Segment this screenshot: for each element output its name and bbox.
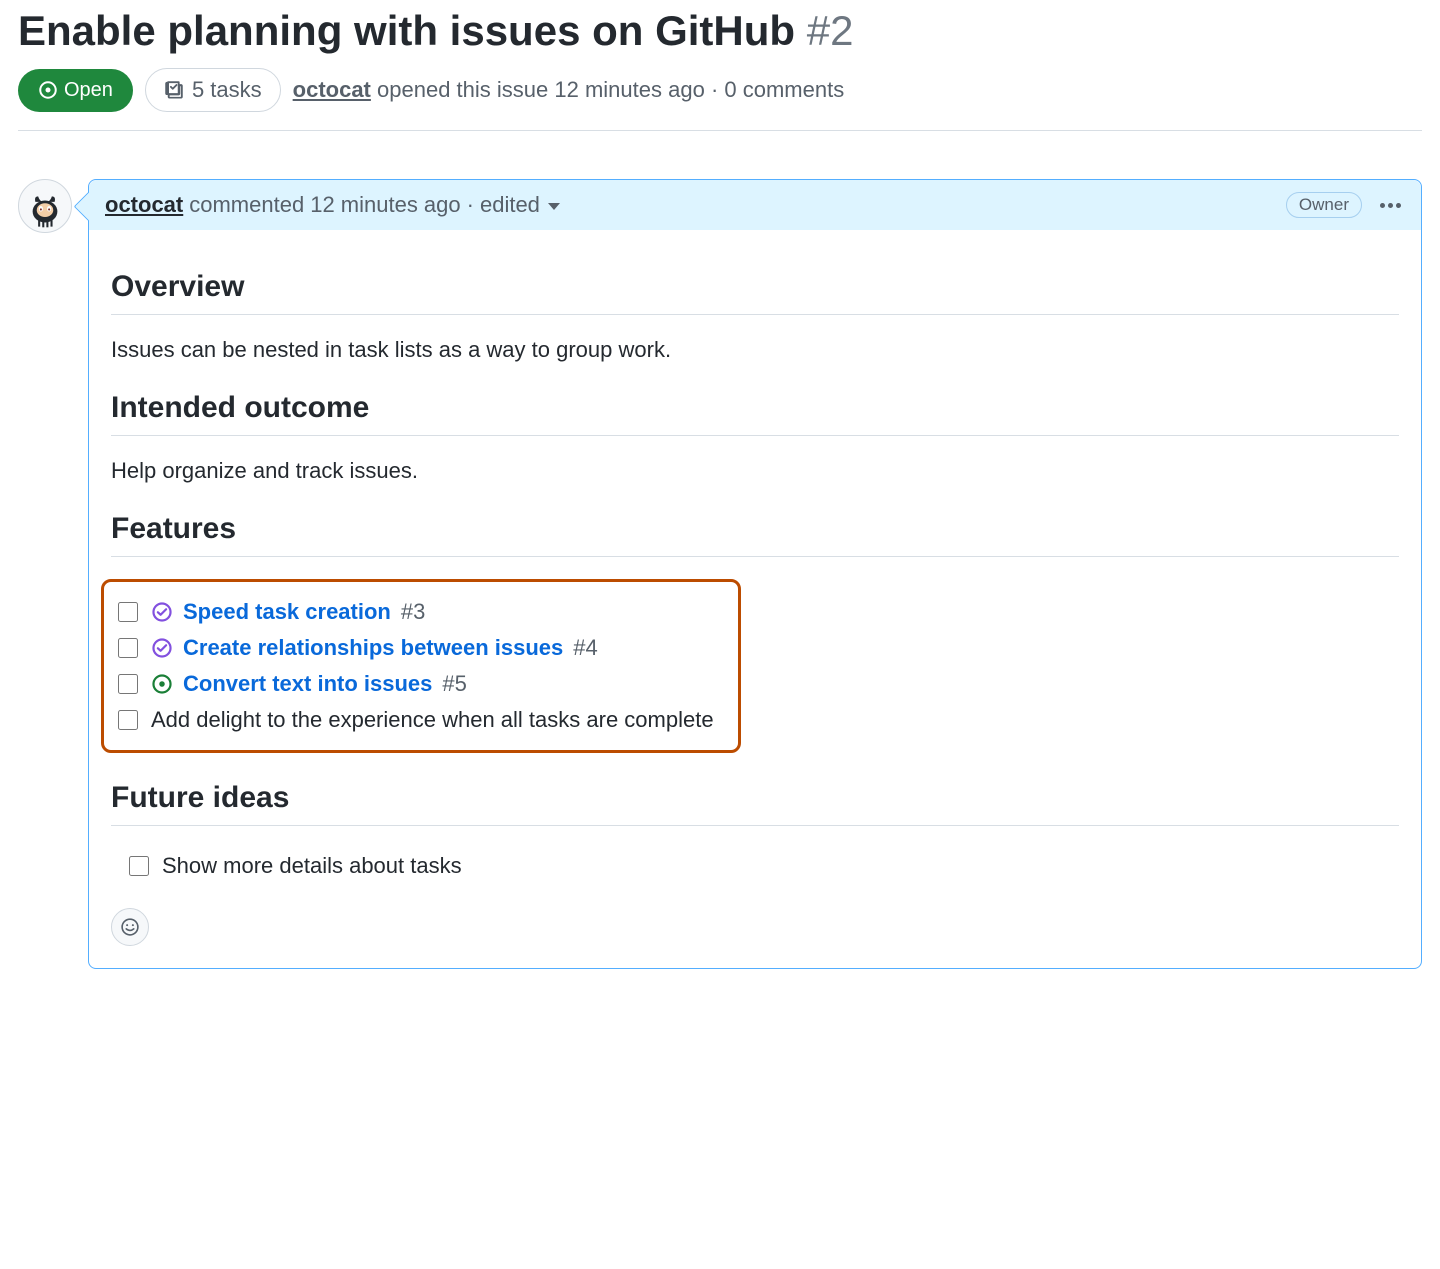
task-checkbox[interactable] (129, 856, 149, 876)
comment-author-link[interactable]: octocat (105, 192, 183, 218)
issue-meta-text: octocat opened this issue 12 minutes ago… (293, 77, 845, 103)
comment-body: Overview Issues can be nested in task li… (89, 230, 1421, 968)
outcome-heading: Intended outcome (111, 391, 1399, 436)
issue-open-icon (151, 673, 173, 695)
issue-open-icon (38, 80, 58, 100)
opened-text: opened this issue (377, 77, 548, 102)
task-link[interactable]: Convert text into issues (183, 671, 432, 697)
issue-closed-icon (151, 601, 173, 623)
avatar[interactable] (18, 179, 72, 233)
task-item: Show more details about tasks (111, 848, 1399, 884)
opened-time: 12 minutes ago (554, 77, 704, 102)
issue-closed-icon (151, 637, 173, 659)
separator: · (711, 77, 724, 102)
overview-heading: Overview (111, 270, 1399, 315)
comment-actions-menu[interactable] (1376, 199, 1405, 212)
separator: · (467, 192, 474, 218)
features-tasklist: Speed task creation #3 Create relationsh… (112, 594, 730, 738)
features-highlight-box: Speed task creation #3 Create relationsh… (101, 579, 741, 753)
future-tasklist: Show more details about tasks (111, 848, 1399, 884)
checklist-icon (164, 80, 184, 100)
commented-text: commented (189, 192, 304, 218)
octocat-avatar-icon (23, 184, 67, 228)
task-item: Create relationships between issues #4 (112, 630, 730, 666)
task-ref: #4 (573, 635, 597, 661)
tasks-pill[interactable]: 5 tasks (145, 68, 281, 112)
features-heading: Features (111, 512, 1399, 557)
task-checkbox[interactable] (118, 602, 138, 622)
task-item: Add delight to the experience when all t… (112, 702, 730, 738)
task-text: Add delight to the experience when all t… (151, 707, 714, 733)
comments-count: 0 comments (724, 77, 844, 102)
smiley-icon (120, 917, 140, 937)
issue-header: Enable planning with issues on GitHub #2… (18, 0, 1422, 131)
task-checkbox[interactable] (118, 710, 138, 730)
task-text: Show more details about tasks (162, 853, 462, 879)
task-item: Speed task creation #3 (112, 594, 730, 630)
edited-label: edited (480, 192, 540, 217)
comment-thread: octocat commented 12 minutes ago · edite… (18, 179, 1422, 969)
future-heading: Future ideas (111, 781, 1399, 826)
add-reaction-button[interactable] (111, 908, 149, 946)
task-ref: #5 (442, 671, 466, 697)
tasks-count-label: 5 tasks (192, 77, 262, 103)
issue-author-link[interactable]: octocat (293, 77, 371, 102)
comment-time-link[interactable]: 12 minutes ago (310, 192, 460, 218)
issue-title: Enable planning with issues on GitHub #2 (18, 6, 1422, 56)
task-checkbox[interactable] (118, 638, 138, 658)
task-checkbox[interactable] (118, 674, 138, 694)
task-link[interactable]: Create relationships between issues (183, 635, 563, 661)
task-item: Convert text into issues #5 (112, 666, 730, 702)
outcome-text: Help organize and track issues. (111, 458, 1399, 484)
task-ref: #3 (401, 599, 425, 625)
issue-state-badge: Open (18, 69, 133, 112)
overview-text: Issues can be nested in task lists as a … (111, 337, 1399, 363)
issue-title-text: Enable planning with issues on GitHub (18, 7, 795, 54)
edited-dropdown[interactable]: edited (480, 192, 560, 218)
issue-meta-row: Open 5 tasks octocat opened this issue 1… (18, 68, 1422, 131)
role-badge: Owner (1286, 192, 1362, 218)
issue-state-label: Open (64, 79, 113, 102)
caret-down-icon (548, 203, 560, 210)
task-link[interactable]: Speed task creation (183, 599, 391, 625)
comment-header: octocat commented 12 minutes ago · edite… (89, 180, 1421, 230)
issue-number: #2 (807, 7, 854, 54)
comment-box: octocat commented 12 minutes ago · edite… (88, 179, 1422, 969)
